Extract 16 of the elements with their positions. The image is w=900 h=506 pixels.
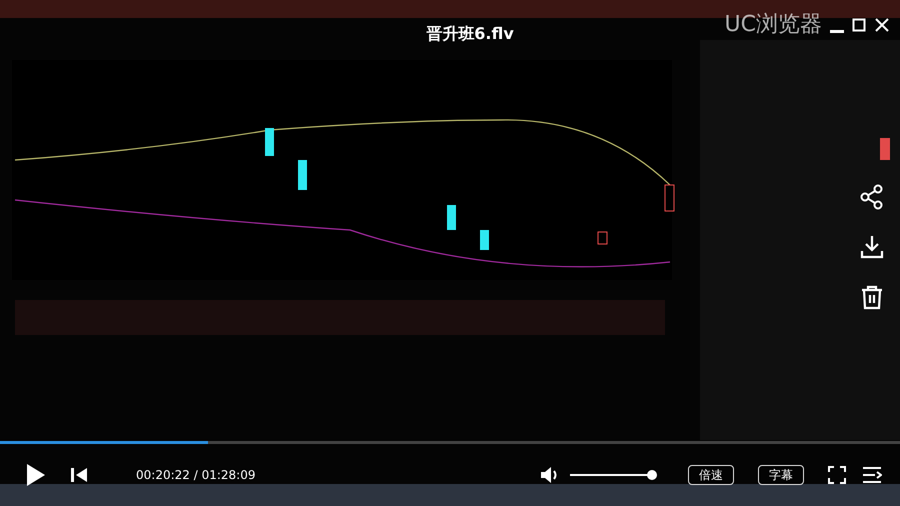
close-button[interactable] [874, 17, 890, 33]
minimize-button[interactable] [830, 30, 844, 32]
playlist-button[interactable] [862, 466, 882, 484]
player-option-button[interactable]: 倍速 [688, 465, 734, 485]
fullscreen-button[interactable] [828, 466, 846, 484]
delete-button[interactable] [859, 284, 885, 310]
player-option-button[interactable]: 字幕 [758, 465, 804, 485]
video-title: 晋升班6.flv [426, 24, 514, 43]
playback-time: 00:20:22 / 01:28:09 [136, 467, 256, 484]
progress-bar[interactable] [0, 441, 900, 444]
share-button[interactable] [859, 184, 885, 210]
next-button[interactable] [70, 466, 88, 484]
browser-logo: UC浏览器 [724, 14, 822, 36]
download-button[interactable] [859, 234, 885, 260]
play-button[interactable] [24, 463, 46, 487]
maximize-button[interactable] [852, 18, 866, 32]
